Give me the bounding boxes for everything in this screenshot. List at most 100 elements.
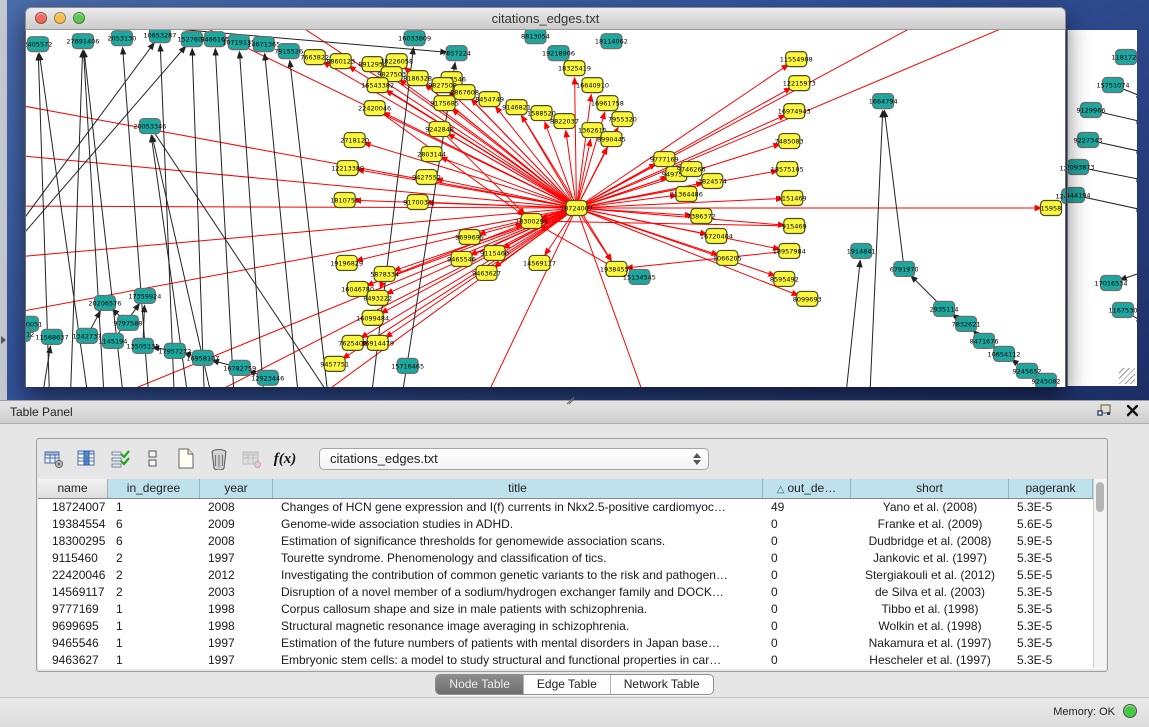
- graph-node[interactable]: 9245082: [1032, 373, 1061, 387]
- table-cell[interactable]: Yano et al. (2008): [851, 499, 1009, 516]
- graph-node[interactable]: 9175685: [430, 96, 459, 111]
- table-cell[interactable]: 1998: [200, 618, 273, 635]
- table-cell[interactable]: 9699695: [38, 618, 108, 635]
- graph-node[interactable]: 9797588: [113, 315, 142, 330]
- table-cell[interactable]: 0: [763, 601, 851, 618]
- graph-node[interactable]: 1066205: [713, 250, 742, 265]
- table-cell[interactable]: Changes of HCN gene expression and I(f) …: [273, 499, 763, 516]
- select-column-icon[interactable]: [76, 448, 98, 470]
- table-cell[interactable]: 5.3E-5: [1009, 499, 1093, 516]
- table-cell[interactable]: Nakamura et al. (1997): [851, 635, 1009, 652]
- graph-node[interactable]: 7915526: [274, 44, 303, 59]
- table-cell[interactable]: 2003: [200, 584, 273, 601]
- column-header-in_degree[interactable]: in_degree: [108, 479, 200, 498]
- close-window-icon[interactable]: [35, 12, 47, 24]
- table-settings-icon[interactable]: [43, 448, 65, 470]
- graph-node[interactable]: 1145194: [98, 333, 127, 348]
- table-cell[interactable]: 1998: [200, 601, 273, 618]
- table-cell[interactable]: Corpus callosum shape and size in male p…: [273, 601, 763, 618]
- table-row[interactable]: 977716911998Corpus callosum shape and si…: [38, 601, 1106, 618]
- table-cell[interactable]: 1: [108, 499, 200, 516]
- table-cell[interactable]: 5.3E-5: [1009, 584, 1093, 601]
- select-rows-check-icon[interactable]: [109, 448, 131, 470]
- table-cell[interactable]: 2012: [200, 567, 273, 584]
- table-row[interactable]: 1872400712008Changes of HCN gene express…: [38, 499, 1106, 516]
- graph-node[interactable]: 1810755: [330, 193, 359, 208]
- function-builder-icon[interactable]: f(x): [274, 448, 296, 470]
- close-panel-icon[interactable]: [1126, 404, 1139, 417]
- float-panel-icon[interactable]: [1097, 404, 1112, 417]
- graph-node[interactable]: 9227343: [1074, 133, 1103, 148]
- graph-node[interactable]: 9457751: [320, 356, 349, 371]
- graph-node[interactable]: 915469: [782, 218, 807, 233]
- graph-node[interactable]: 2405572: [26, 37, 52, 52]
- column-header-title[interactable]: title: [273, 479, 763, 498]
- table-cell[interactable]: 14569117: [38, 584, 108, 601]
- graph-node[interactable]: 7386372: [687, 209, 716, 224]
- table-cell[interactable]: 2009: [200, 516, 273, 533]
- table-cell[interactable]: de Silva et al. (2003): [851, 584, 1009, 601]
- graph-node[interactable]: 1664794: [869, 94, 898, 109]
- graph-node[interactable]: 7857224: [442, 46, 471, 61]
- graph-node[interactable]: 8493222: [363, 290, 392, 305]
- table-cell[interactable]: 2008: [200, 533, 273, 550]
- table-cell[interactable]: 9465546: [38, 635, 108, 652]
- table-cell[interactable]: 9777169: [38, 601, 108, 618]
- background-network-window[interactable]: 2405572276914062053130106532871527602946…: [1067, 30, 1137, 386]
- graph-node[interactable]: 8860123: [326, 54, 355, 69]
- table-row[interactable]: 1830029562008Estimation of significance …: [38, 533, 1106, 550]
- table-cell[interactable]: 5.3E-5: [1009, 635, 1093, 652]
- table-cell[interactable]: Stergiakouli et al. (2012): [851, 567, 1009, 584]
- table-cell[interactable]: 2008: [200, 499, 273, 516]
- graph-node[interactable]: 1151469: [778, 191, 807, 206]
- table-cell[interactable]: 0: [763, 635, 851, 652]
- graph-node[interactable]: 7832621: [952, 316, 981, 331]
- tab-node-table[interactable]: Node Table: [436, 675, 523, 694]
- graph-node[interactable]: 8822037: [550, 114, 579, 129]
- table-cell[interactable]: 0: [763, 652, 851, 669]
- column-header-name[interactable]: name: [38, 479, 108, 498]
- table-cell[interactable]: 2: [108, 584, 200, 601]
- table-cell[interactable]: 6: [108, 533, 200, 550]
- graph-node[interactable]: 8595492: [770, 271, 799, 286]
- table-cell[interactable]: 1: [108, 601, 200, 618]
- table-cell[interactable]: 0: [763, 584, 851, 601]
- table-cell[interactable]: 5.3E-5: [1009, 652, 1093, 669]
- graph-node[interactable]: 9699695: [455, 229, 484, 244]
- graph-node[interactable]: 8454749: [475, 92, 504, 107]
- graph-node[interactable]: 1167530: [1109, 303, 1137, 318]
- graph-node[interactable]: 1914841: [847, 243, 876, 258]
- table-cell[interactable]: Disruption of a novel member of a sodium…: [273, 584, 763, 601]
- table-cell[interactable]: 1: [108, 652, 200, 669]
- graph-node[interactable]: 3824574: [698, 174, 727, 189]
- graph-node[interactable]: 2718120: [340, 133, 369, 148]
- graph-node[interactable]: 9242848: [425, 122, 454, 137]
- column-header-short[interactable]: short: [851, 479, 1009, 498]
- graph-node[interactable]: 7663822: [300, 50, 329, 65]
- graph-node[interactable]: 5878334: [370, 266, 399, 281]
- graph-node[interactable]: 7955320: [608, 112, 637, 127]
- table-cell[interactable]: Embryonic stem cells: a model to study s…: [273, 652, 763, 669]
- table-cell[interactable]: 9463627: [38, 652, 108, 669]
- scrollbar-thumb[interactable]: [1096, 482, 1104, 512]
- graph-node[interactable]: 9463627: [472, 265, 501, 280]
- zoom-window-icon[interactable]: [73, 12, 85, 24]
- table-cell[interactable]: 5.5E-5: [1009, 567, 1093, 584]
- panel-expand-arrow-icon[interactable]: [1, 336, 6, 344]
- table-cell[interactable]: Genome-wide association studies in ADHD.: [273, 516, 763, 533]
- table-cell[interactable]: 6: [108, 516, 200, 533]
- graph-node[interactable]: 8471676: [970, 333, 999, 348]
- table-cell[interactable]: Jankovic et al. (1997): [851, 550, 1009, 567]
- table-cell[interactable]: Tibbo et al. (1998): [851, 601, 1009, 618]
- table-selector-combobox[interactable]: citations_edges.txt: [319, 448, 709, 470]
- table-row[interactable]: 969969511998Structural magnetic resonanc…: [38, 618, 1106, 635]
- table-cell[interactable]: Hescheler et al. (1997): [851, 652, 1009, 669]
- graph-node[interactable]: 9115460: [480, 245, 509, 260]
- graph-node[interactable]: 2053130: [107, 31, 136, 46]
- table-cell[interactable]: 5.3E-5: [1009, 550, 1093, 567]
- graph-node[interactable]: 1342737: [72, 328, 101, 343]
- memory-status-icon[interactable]: [1123, 704, 1137, 718]
- graph-node[interactable]: 9777169: [650, 152, 679, 167]
- graph-node[interactable]: 15958: [1041, 201, 1062, 216]
- table-row[interactable]: 946554611997Estimation of the future num…: [38, 635, 1106, 652]
